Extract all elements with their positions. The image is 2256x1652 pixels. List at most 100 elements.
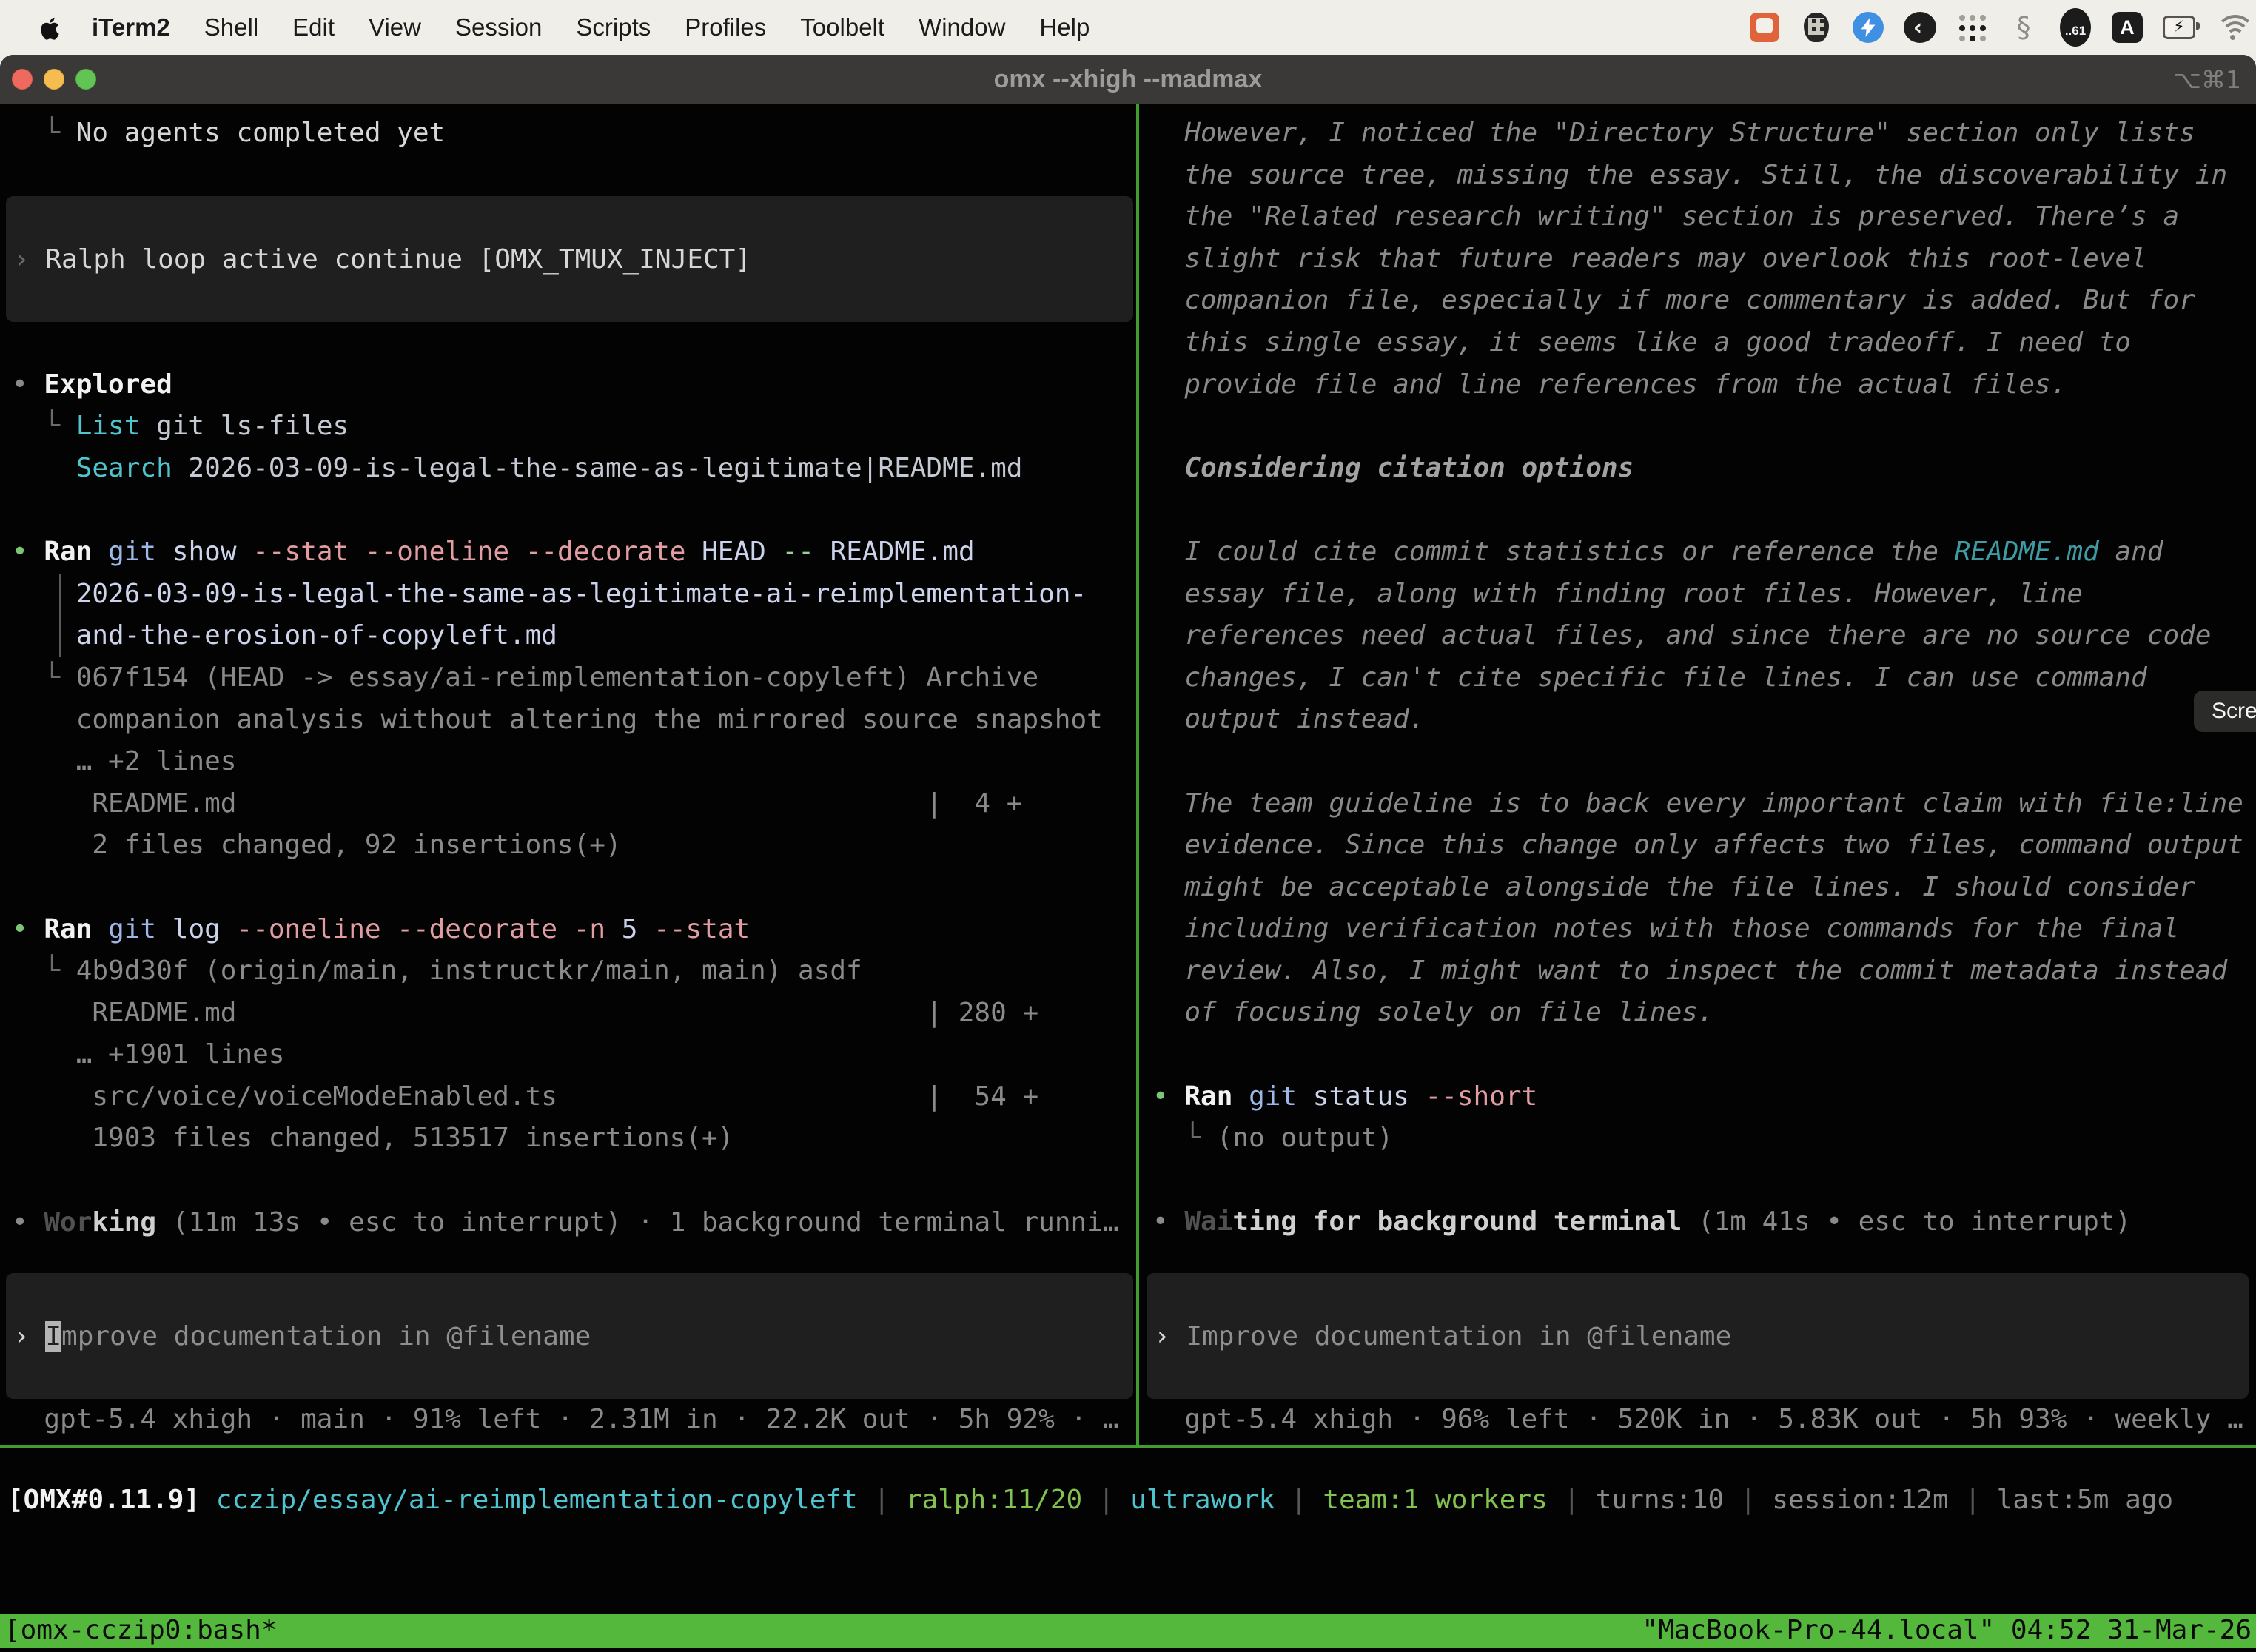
terminal-line: provide file and line references from th… [1152,364,2256,406]
left-terminal-pane: └ No agents completed yet › Ralph loop ac… [0,104,1138,1446]
terminal-line: I could cite commit statistics or refere… [1152,531,2256,574]
text-segment [637,914,654,944]
model-status-line: gpt-5.4 xhigh · main · 91% left · 2.31M … [12,1399,1138,1441]
dark-disc-icon[interactable]: ‹ [1904,11,1936,44]
text-segment: essay file, along with finding root file… [1152,579,2083,609]
terminal-line: 2026-03-09-is-legal-the-same-as-legitima… [12,574,1138,616]
text-segment: Improve documentation in @filename [1186,1321,1731,1352]
text-segment: provide file and line references from th… [1152,369,2067,400]
text-segment [1297,1081,1313,1112]
text-segment: 4b9d30f (origin/main, instructkr/main, m… [76,956,862,986]
blank-line [1152,1034,2256,1076]
menu-item-edit[interactable]: Edit [292,13,335,41]
wifi-icon[interactable] [2215,11,2247,44]
text-segment: No agents completed yet [76,118,446,148]
terminal-line: including verification notes with those … [1152,908,2256,950]
text-segment: ultrawork [1130,1485,1275,1515]
text-segment: --stat [654,914,750,944]
terminal-line: The team guideline is to back every impo… [1152,783,2256,825]
terminal-line: changes, I can't cite specific file line… [1152,657,2256,699]
text-segment: -- [782,537,814,567]
text-segment: (1m 41s • esc to interrupt) [1682,1206,2131,1237]
text-segment: README.md | 4 + [12,788,1022,819]
screenshot-chat-icon[interactable] [1748,11,1781,44]
battery-charging-icon[interactable]: ⚡ [2163,11,2195,44]
prompt-line: › Improve documentation in @filename [13,1321,591,1352]
blank-line [12,1243,1138,1273]
text-segment: └ [12,411,76,441]
menu-item-iterm2[interactable]: iTerm2 [92,13,170,41]
dots-grid-icon[interactable] [1955,11,1988,44]
text-segment: 2 files changed, 92 insertions(+) [12,830,622,860]
explored-list: └ List git ls-files [12,406,1138,448]
text-segment: (11m 13s • esc to interrupt) · 1 backgro… [156,1207,1118,1238]
text-segment: • [12,369,44,400]
pane-separator[interactable] [1136,104,1139,1446]
terminal-line: this single essay, it seems like a good … [1152,322,2256,364]
text-segment: this single essay, it seems like a good … [1152,327,2131,357]
inject-banner[interactable]: › Ralph loop active continue [OMX_TMUX_I… [6,196,1133,322]
text-segment: (no output) [1217,1123,1393,1153]
text-segment: Ran [44,914,92,944]
menu-bar: iTerm2 Shell Edit View Session Scripts Profil… [0,0,2256,55]
text-segment: Ran [1184,1081,1232,1112]
text-segment: | [1548,1485,1596,1515]
text-segment: | [1082,1485,1130,1515]
blank-line [12,867,1138,909]
menu-item-toolbelt[interactable]: Toolbelt [800,13,884,41]
menu-item-view[interactable]: View [369,13,421,41]
menu-item-scripts[interactable]: Scripts [576,13,651,41]
text-segment [156,537,172,567]
text-segment: • [1152,1081,1184,1112]
screen-edge-tooltip[interactable]: Scre [2194,691,2256,732]
window-title-bar: omx --xhigh --madmax ⌥⌘1 [0,55,2256,104]
blue-bolt-icon[interactable] [1852,11,1884,44]
text-segment: src/voice/voiceModeEnabled.ts | 54 + [12,1081,1038,1112]
terminal-line: companion file, especially if more comme… [1152,280,2256,322]
horizontal-pane-border [0,1446,2256,1448]
terminal-line: evidence. Since this change only affects… [1152,825,2256,867]
text-segment: … +1901 lines [12,1039,284,1070]
badge-61-icon[interactable]: ..61 [2059,11,2092,44]
letter-a-icon[interactable]: A [2111,11,2143,44]
terminal-line: companion analysis without altering the … [12,699,1138,742]
menu-item-session[interactable]: Session [455,13,542,41]
apple-icon[interactable] [37,15,59,40]
prompt-input[interactable]: › Improve documentation in @filename [6,1273,1133,1399]
text-segment [156,914,172,944]
text-segment: the source tree, missing the essay. Stil… [1152,160,2227,190]
menu-item-profiles[interactable]: Profiles [685,13,766,41]
text-segment: └ [12,956,76,986]
text-segment: I [45,1321,61,1352]
terminal-line: might be acceptable alongside the file l… [1152,867,2256,909]
text-segment [1232,1081,1249,1112]
text-segment: | [858,1485,906,1515]
text-segment: 1903 files changed, 513517 insertions(+) [12,1123,733,1153]
text-segment: slight risk that future readers may over… [1152,244,2147,274]
text-segment: README.md [1955,537,2099,567]
text-segment [685,537,702,567]
text-segment: Search [76,453,172,483]
text-segment: └ [12,118,76,148]
ran-git-log: • Ran git log --oneline --decorate -n 5 … [12,909,1138,951]
text-segment: review. Also, I might want to inspect th… [1152,956,2227,986]
text-segment [237,537,253,567]
text-segment: Wor [44,1207,92,1238]
text-segment: List [76,411,141,441]
terminal-line: README.md | 4 + [12,783,1138,825]
squiggle-icon[interactable]: § [2007,11,2040,44]
menu-item-window[interactable]: Window [919,13,1005,41]
tmux-host-clock: "MacBook-Pro-44.local" 04:52 31-Mar-26 [1642,1614,2252,1648]
text-segment: 2026-03-09-is-legal-the-same-as-legitima… [172,453,1023,483]
prompt-input[interactable]: › Improve documentation in @filename [1147,1273,2249,1399]
text-segment: cczip/essay/ai-reimplementation-copyleft [216,1485,858,1515]
text-segment: -n [574,914,605,944]
shield-grid-icon[interactable] [1800,11,1833,44]
menu-item-shell[interactable]: Shell [204,13,258,41]
text-segment: • [12,537,44,567]
text-segment: log [172,914,221,944]
text-segment: git ls-files [140,411,349,441]
text-segment [766,537,782,567]
menu-item-help[interactable]: Help [1039,13,1090,41]
text-segment: … +2 lines [12,746,236,776]
